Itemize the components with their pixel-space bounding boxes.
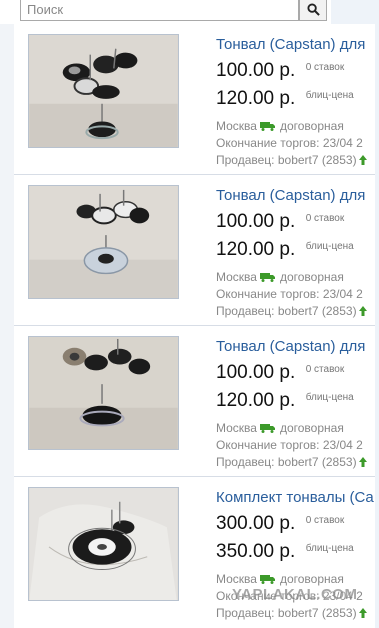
search-button[interactable] <box>299 0 327 21</box>
search-input[interactable] <box>20 0 299 21</box>
item-thumbnail[interactable] <box>28 336 179 450</box>
list-item: Тонвал (Capstan) для 100.00 р. 0 ставок … <box>14 175 379 326</box>
seller-link[interactable]: Продавец: bobert7 (2853) <box>216 606 357 620</box>
location-row: Москва договорная <box>216 421 379 435</box>
buyout-label: блиц-цена <box>305 543 354 554</box>
truck-icon <box>259 273 275 282</box>
search-bar <box>0 0 379 24</box>
item-photo <box>29 488 178 600</box>
buyout-label: блиц-цена <box>305 392 354 403</box>
item-photo <box>29 186 178 298</box>
buyout-price-row: 350.00 р. блиц-цена <box>216 541 354 563</box>
item-title-link[interactable]: Тонвал (Capstan) для <box>216 36 379 53</box>
buyout-price-row: 120.00 р. блиц-цена <box>216 239 354 261</box>
item-city: Москва <box>216 270 257 284</box>
search-icon <box>306 2 320 16</box>
item-thumbnail[interactable] <box>28 487 179 601</box>
item-city: Москва <box>216 572 257 586</box>
seller-row: Продавец: bobert7 (2853) <box>216 606 379 620</box>
seller-link[interactable]: Продавец: bobert7 (2853) <box>216 153 357 167</box>
truck-icon <box>259 122 275 131</box>
seller-row: Продавец: bobert7 (2853) <box>216 455 379 469</box>
up-arrow-icon <box>358 608 367 618</box>
item-city: Москва <box>216 421 257 435</box>
end-time: Окончание торгов: 23/04 2 <box>216 438 363 452</box>
buyout-price: 120.00 р. <box>216 239 296 260</box>
delivery-terms: договорная <box>279 270 344 284</box>
current-price: 100.00 р. <box>216 60 296 81</box>
location-row: Москва договорная <box>216 119 379 133</box>
buyout-price-row: 120.00 р. блиц-цена <box>216 88 354 110</box>
item-photo <box>29 337 178 449</box>
item-thumbnail[interactable] <box>28 34 179 148</box>
current-price: 100.00 р. <box>216 362 296 383</box>
scroll-edge <box>375 24 379 628</box>
item-thumbnail[interactable] <box>28 185 179 299</box>
end-time: Окончание торгов: 23/04 2 <box>216 136 363 150</box>
buyout-price: 120.00 р. <box>216 390 296 411</box>
current-price: 300.00 р. <box>216 513 296 534</box>
seller-row: Продавец: bobert7 (2853) <box>216 304 379 318</box>
bids-count: 0 ставок <box>305 364 345 375</box>
up-arrow-icon <box>358 155 367 165</box>
item-photo <box>29 35 178 147</box>
item-title-link[interactable]: Тонвал (Capstan) для <box>216 338 379 355</box>
up-arrow-icon <box>358 306 367 316</box>
list-item: Тонвал (Capstan) для 100.00 р. 0 ставок … <box>14 24 379 175</box>
bids-count: 0 ставок <box>305 515 345 526</box>
end-time: Окончание торгов: 23/04 2 <box>216 287 363 301</box>
current-price-row: 100.00 р. 0 ставок <box>216 60 344 82</box>
truck-icon <box>259 424 275 433</box>
item-title-link[interactable]: Комплект тонвалы (Ca <box>216 489 379 506</box>
watermark: YAPLAKAL.COM <box>232 586 358 603</box>
buyout-price-row: 120.00 р. блиц-цена <box>216 390 354 412</box>
current-price: 100.00 р. <box>216 211 296 232</box>
buyout-price: 120.00 р. <box>216 88 296 109</box>
truck-icon <box>259 575 275 584</box>
list-item: Тонвал (Capstan) для 100.00 р. 0 ставок … <box>14 326 379 477</box>
header-right-area <box>331 0 379 24</box>
delivery-terms: договорная <box>279 572 344 586</box>
current-price-row: 300.00 р. 0 ставок <box>216 513 344 535</box>
seller-link[interactable]: Продавец: bobert7 (2853) <box>216 304 357 318</box>
delivery-terms: договорная <box>279 119 344 133</box>
seller-link[interactable]: Продавец: bobert7 (2853) <box>216 455 357 469</box>
current-price-row: 100.00 р. 0 ставок <box>216 362 344 384</box>
bids-count: 0 ставок <box>305 62 345 73</box>
item-title-link[interactable]: Тонвал (Capstan) для <box>216 187 379 204</box>
buyout-price: 350.00 р. <box>216 541 296 562</box>
buyout-label: блиц-цена <box>305 241 354 252</box>
up-arrow-icon <box>358 457 367 467</box>
buyout-label: блиц-цена <box>305 90 354 101</box>
delivery-terms: договорная <box>279 421 344 435</box>
current-price-row: 100.00 р. 0 ставок <box>216 211 344 233</box>
location-row: Москва договорная <box>216 270 379 284</box>
bids-count: 0 ставок <box>305 213 345 224</box>
listing-list: Тонвал (Capstan) для 100.00 р. 0 ставок … <box>0 24 379 628</box>
location-row: Москва договорная <box>216 572 379 586</box>
item-city: Москва <box>216 119 257 133</box>
seller-row: Продавец: bobert7 (2853) <box>216 153 379 167</box>
list-item: Комплект тонвалы (Ca 300.00 р. 0 ставок … <box>14 477 379 628</box>
